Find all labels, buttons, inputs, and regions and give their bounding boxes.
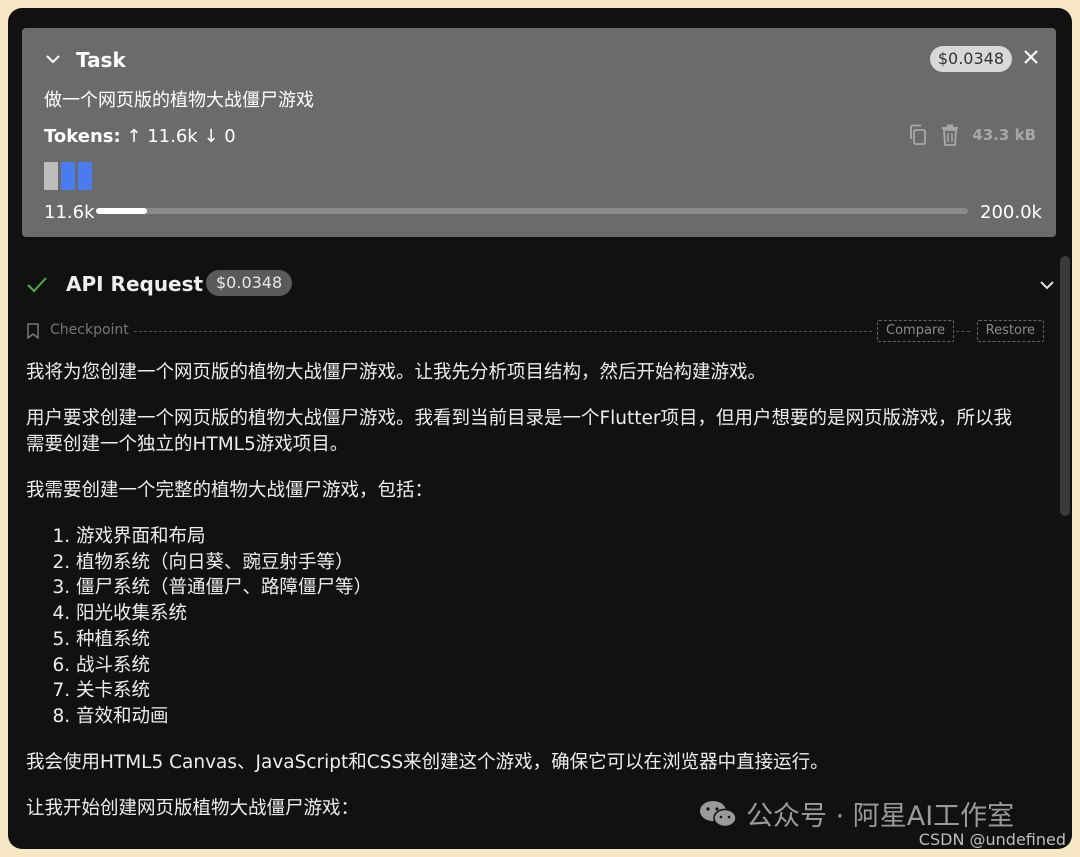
checkpoint-row: Checkpoint Compare Restore: [26, 320, 1052, 342]
tokens-in: ↑ 11.6k: [126, 126, 198, 147]
task-title: Task: [76, 48, 126, 72]
checkpoint-divider: [956, 331, 970, 332]
api-request-label: API Request: [66, 272, 204, 296]
context-block-cached: [44, 162, 58, 190]
csdn-watermark: CSDN @undefined: [918, 830, 1066, 849]
list-item: 音效和动画: [76, 704, 1026, 730]
context-block-used: [61, 162, 75, 190]
list-item: 游戏界面和布局: [76, 524, 1026, 550]
token-summary: Tokens: ↑ 11.6k ↓ 0: [44, 126, 236, 147]
message-paragraph: 用户要求创建一个网页版的植物大战僵尸游戏。我看到当前目录是一个Flutter项目…: [26, 408, 1013, 455]
api-request-cost: $0.0348: [206, 270, 293, 296]
wechat-watermark-text: 公众号 · 阿星AI工作室: [746, 801, 1015, 832]
list-item: 种植系统: [76, 627, 1026, 653]
context-block-used: [78, 162, 92, 190]
list-item: 植物系统（向日葵、豌豆射手等）: [76, 550, 1026, 576]
copy-icon[interactable]: [908, 124, 928, 146]
assistant-message: 我将为您创建一个网页版的植物大战僵尸游戏。让我先分析项目结构，然后开始构建游戏。…: [26, 360, 1026, 822]
feature-list: 游戏界面和布局 植物系统（向日葵、豌豆射手等） 僵尸系统（普通僵尸、路障僵尸等）…: [26, 524, 1026, 730]
message-paragraph: 我需要创建一个完整的植物大战僵尸游戏，包括：: [26, 480, 434, 501]
checkpoint-label: Checkpoint: [50, 322, 129, 338]
check-icon: [27, 277, 47, 293]
restore-button[interactable]: Restore: [976, 320, 1044, 342]
task-actions: 43.3 kB: [908, 124, 1036, 146]
close-icon[interactable]: [1020, 46, 1042, 68]
list-item: 战斗系统: [76, 653, 1026, 679]
tokens-label: Tokens:: [44, 126, 121, 147]
app-frame: Task $0.0348 做一个网页版的植物大战僵尸游戏 Tokens: ↑ 1…: [8, 8, 1072, 849]
chevron-down-icon[interactable]: [44, 50, 62, 68]
task-description: 做一个网页版的植物大战僵尸游戏: [44, 90, 314, 111]
task-cost-badge: $0.0348: [929, 46, 1012, 72]
task-size: 43.3 kB: [972, 126, 1036, 144]
compare-button[interactable]: Compare: [877, 320, 954, 342]
wechat-watermark: 公众号 · 阿星AI工作室: [698, 794, 1014, 833]
list-item: 关卡系统: [76, 678, 1026, 704]
list-item: 僵尸系统（普通僵尸、路障僵尸等）: [76, 575, 1026, 601]
chevron-down-icon[interactable]: [1038, 276, 1056, 294]
bookmark-icon: [27, 323, 39, 339]
list-item: 阳光收集系统: [76, 601, 1026, 627]
context-window-fill: [96, 208, 147, 214]
message-paragraph: 我将为您创建一个网页版的植物大战僵尸游戏。让我先分析项目结构，然后开始构建游戏。: [26, 362, 767, 383]
api-request-row[interactable]: API Request $0.0348: [26, 270, 1056, 300]
trash-icon[interactable]: [940, 124, 960, 146]
tokens-out: ↓ 0: [203, 126, 236, 147]
context-max: 200.0k: [980, 202, 1042, 223]
context-window-bar: [96, 208, 968, 214]
message-paragraph: 我会使用HTML5 Canvas、JavaScript和CSS来创建这个游戏，确…: [26, 751, 829, 773]
scrollbar[interactable]: [1060, 256, 1070, 516]
wechat-icon: [700, 800, 737, 827]
context-blocks: [44, 162, 92, 190]
context-used: 11.6k: [44, 202, 95, 223]
task-panel: Task $0.0348 做一个网页版的植物大战僵尸游戏 Tokens: ↑ 1…: [22, 28, 1056, 237]
checkpoint-divider: [134, 331, 872, 332]
